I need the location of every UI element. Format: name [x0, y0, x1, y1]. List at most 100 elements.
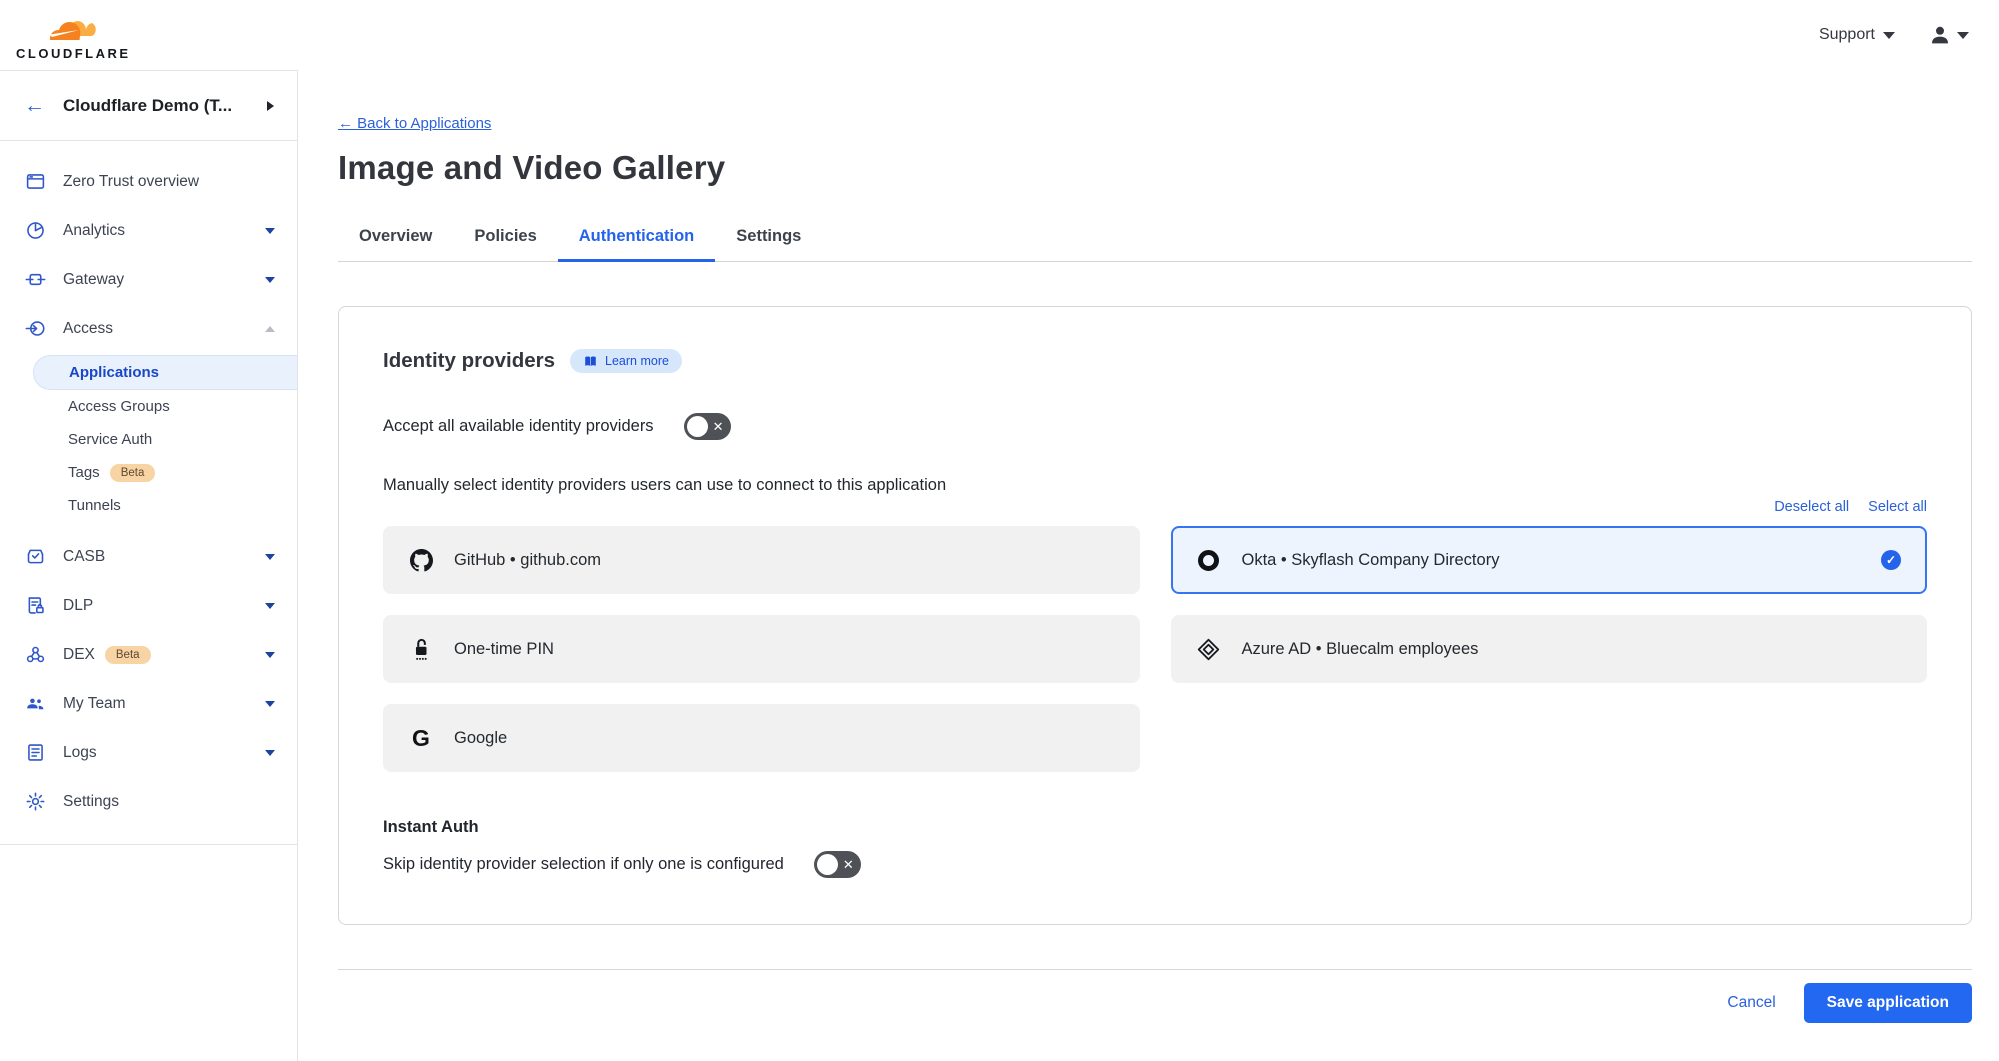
pie-chart-icon	[24, 220, 46, 242]
page-title: Image and Video Gallery	[338, 149, 1972, 187]
network-icon	[24, 644, 46, 666]
sidebar-item-label: CASB	[63, 548, 265, 566]
learn-more-badge[interactable]: Learn more	[570, 349, 682, 373]
one-time-pin-icon	[409, 636, 433, 662]
tab-bar: Overview Policies Authentication Setting…	[338, 217, 1972, 262]
window-icon	[24, 171, 46, 193]
sidebar-item-settings[interactable]: Settings	[0, 777, 297, 826]
sidebar-item-tunnels[interactable]: Tunnels	[0, 489, 297, 522]
select-all-link[interactable]: Select all	[1868, 499, 1927, 515]
chevron-down-icon	[1883, 32, 1895, 45]
sidebar-item-label: Service Auth	[68, 431, 152, 448]
sidebar-item-tags[interactable]: Tags Beta	[0, 456, 297, 489]
card-title: Identity providers	[383, 349, 555, 373]
toggle-x-icon: ✕	[843, 858, 854, 871]
logs-icon	[24, 742, 46, 764]
provider-tile-one-time-pin[interactable]: One-time PIN	[383, 615, 1140, 683]
sidebar-item-gateway[interactable]: Gateway	[0, 255, 297, 304]
sidebar-item-label: Tunnels	[68, 497, 121, 514]
sidebar-item-dex[interactable]: DEX Beta	[0, 630, 297, 679]
sidebar-item-casb[interactable]: CASB	[0, 532, 297, 581]
chevron-down-icon	[1957, 32, 1969, 45]
sidebar-item-label: Access	[63, 320, 265, 338]
sidebar-item-label: Zero Trust overview	[63, 173, 275, 191]
tab-authentication[interactable]: Authentication	[558, 217, 716, 262]
chevron-down-icon	[265, 652, 275, 663]
sidebar-item-label: Applications	[69, 364, 159, 381]
toggle-knob	[817, 854, 838, 875]
provider-label: Azure AD • Bluecalm employees	[1242, 640, 1479, 659]
user-icon	[1929, 25, 1951, 45]
sidebar-item-label: DLP	[63, 597, 265, 615]
support-menu[interactable]: Support	[1819, 26, 1895, 45]
sidebar-item-label: Tags	[68, 464, 100, 481]
account-switcher[interactable]: ← Cloudflare Demo (T...	[0, 71, 297, 141]
provider-label: GitHub • github.com	[454, 551, 601, 570]
user-menu[interactable]	[1929, 25, 1969, 45]
access-submenu: Applications Access Groups Service Auth …	[0, 355, 297, 522]
provider-label: Okta • Skyflash Company Directory	[1242, 551, 1500, 570]
book-icon	[583, 355, 598, 368]
provider-tile-okta[interactable]: Okta • Skyflash Company Directory ✓	[1171, 526, 1928, 594]
sidebar-item-analytics[interactable]: Analytics	[0, 206, 297, 255]
main-content: ← Back to Applications Image and Video G…	[298, 70, 1999, 1061]
chevron-down-icon	[265, 228, 275, 239]
gear-icon	[24, 791, 46, 813]
sidebar-item-access-groups[interactable]: Access Groups	[0, 390, 297, 423]
provider-tile-google[interactable]: G Google	[383, 704, 1140, 772]
instant-auth-heading: Instant Auth	[383, 818, 1927, 837]
accept-all-label: Accept all available identity providers	[383, 417, 654, 436]
tab-overview[interactable]: Overview	[338, 217, 453, 261]
tab-policies[interactable]: Policies	[453, 217, 557, 261]
sidebar-item-dlp[interactable]: DLP	[0, 581, 297, 630]
provider-label: Google	[454, 729, 507, 748]
check-badge-icon: ✓	[1881, 550, 1901, 570]
toggle-x-icon: ✕	[713, 420, 724, 433]
back-arrow-icon[interactable]: ←	[24, 94, 45, 118]
provider-grid: GitHub • github.com Okta • Skyflash Comp…	[383, 526, 1927, 772]
back-to-applications-link[interactable]: ← Back to Applications	[338, 115, 491, 132]
topbar: CLOUDFLARE Support	[0, 0, 1999, 70]
sidebar-item-label: Analytics	[63, 222, 265, 240]
sidebar-item-access[interactable]: Access	[0, 304, 297, 353]
team-icon	[24, 693, 46, 715]
tab-settings[interactable]: Settings	[715, 217, 822, 261]
deselect-all-link[interactable]: Deselect all	[1774, 499, 1849, 515]
google-icon: G	[409, 725, 433, 752]
provider-label: One-time PIN	[454, 640, 554, 659]
casb-icon	[24, 546, 46, 568]
chevron-down-icon	[265, 701, 275, 712]
beta-badge: Beta	[105, 646, 151, 664]
okta-icon	[1197, 550, 1221, 571]
document-lock-icon	[24, 595, 46, 617]
sidebar-item-logs[interactable]: Logs	[0, 728, 297, 777]
provider-tile-azure-ad[interactable]: Azure AD • Bluecalm employees	[1171, 615, 1928, 683]
gateway-icon	[24, 269, 46, 291]
sidebar-item-label: My Team	[63, 695, 265, 713]
provider-tile-github[interactable]: GitHub • github.com	[383, 526, 1140, 594]
save-application-button[interactable]: Save application	[1804, 983, 1972, 1023]
cancel-button[interactable]: Cancel	[1727, 994, 1775, 1012]
chevron-down-icon	[265, 750, 275, 761]
beta-badge: Beta	[110, 464, 156, 482]
accept-all-toggle[interactable]: ✕	[684, 413, 731, 440]
sidebar-item-label: DEX	[63, 646, 95, 664]
sidebar-item-label: Settings	[63, 793, 275, 811]
chevron-down-icon	[265, 554, 275, 565]
identity-providers-card: Identity providers Learn more Accept all…	[338, 306, 1972, 925]
chevron-up-icon	[265, 321, 275, 332]
azure-ad-icon	[1197, 638, 1221, 661]
sidebar-item-zero-trust-overview[interactable]: Zero Trust overview	[0, 157, 297, 206]
instant-auth-toggle[interactable]: ✕	[814, 851, 861, 878]
sidebar-item-label: Gateway	[63, 271, 265, 289]
sidebar-item-my-team[interactable]: My Team	[0, 679, 297, 728]
sidebar-item-applications[interactable]: Applications	[33, 355, 297, 390]
sidebar-item-label: Logs	[63, 744, 265, 762]
chevron-right-icon	[267, 101, 279, 111]
account-name: Cloudflare Demo (T...	[63, 96, 261, 116]
sidebar-item-label: Access Groups	[68, 398, 170, 415]
brand-wordmark: CLOUDFLARE	[16, 47, 131, 60]
sidebar-item-service-auth[interactable]: Service Auth	[0, 423, 297, 456]
access-icon	[24, 318, 46, 340]
github-icon	[409, 549, 433, 572]
